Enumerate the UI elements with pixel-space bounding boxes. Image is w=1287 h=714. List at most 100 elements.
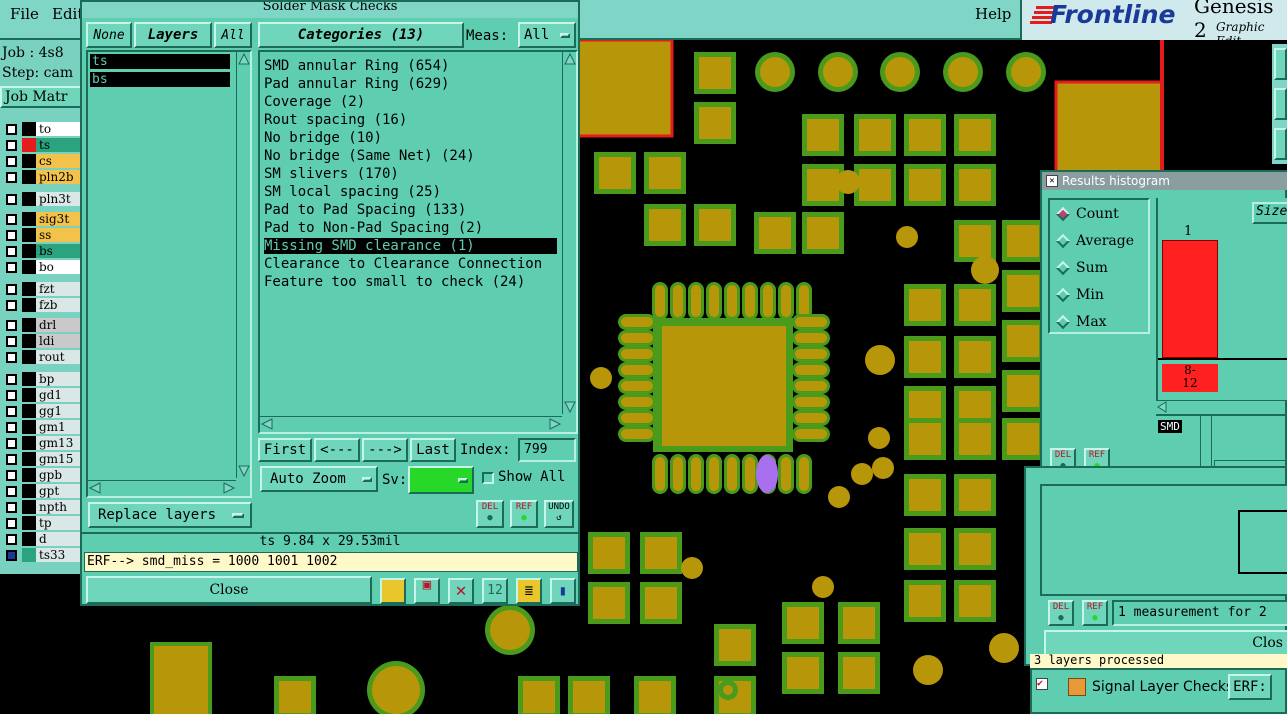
layer-name[interactable]: ldi xyxy=(36,334,84,348)
layer-visibility-checkbox[interactable] xyxy=(6,320,17,331)
all-layers-button[interactable]: All xyxy=(214,22,252,48)
layer-row[interactable]: fzt xyxy=(2,282,84,296)
layer-row[interactable]: to xyxy=(2,122,84,136)
layer-name[interactable]: ts33 xyxy=(36,548,84,562)
layer-color-swatch[interactable] xyxy=(22,372,36,386)
category-item[interactable]: SM slivers (170) xyxy=(264,166,557,182)
menu-file[interactable]: File xyxy=(10,5,39,23)
layer-name[interactable]: d xyxy=(36,532,84,546)
layer-visibility-checkbox[interactable] xyxy=(6,124,17,135)
layer-row[interactable]: rout xyxy=(2,350,84,364)
layer-row[interactable]: ss xyxy=(2,228,84,242)
layer-name[interactable]: bp xyxy=(36,372,84,386)
layer-row[interactable]: bo xyxy=(2,260,84,274)
category-item[interactable]: Missing SMD clearance (1) xyxy=(264,238,557,254)
layer-row[interactable]: bp xyxy=(2,372,84,386)
toolbar-button-2[interactable] xyxy=(1274,88,1287,120)
job-matrix-button[interactable]: Job Matr xyxy=(0,86,84,108)
layer-name[interactable]: drl xyxy=(36,318,84,332)
layer-color-swatch[interactable] xyxy=(22,500,36,514)
layer-color-swatch[interactable] xyxy=(22,192,36,206)
aggregation-option[interactable]: Average xyxy=(1055,233,1134,249)
menu-help[interactable]: Help xyxy=(975,5,1011,23)
layer-color-swatch[interactable] xyxy=(22,516,36,530)
layer-row[interactable]: ts xyxy=(2,138,84,152)
meas-del-button[interactable]: DEL ● xyxy=(1048,600,1074,626)
layer-visibility-checkbox[interactable] xyxy=(6,336,17,347)
layer-row[interactable]: ldi xyxy=(2,334,84,348)
undo-button[interactable]: UNDO ↺ xyxy=(544,500,574,528)
layer-visibility-checkbox[interactable] xyxy=(6,390,17,401)
category-item[interactable]: SM local spacing (25) xyxy=(264,184,557,200)
layer-color-swatch[interactable] xyxy=(22,260,36,274)
layer-name[interactable]: cs xyxy=(36,154,84,168)
layer-selection-list[interactable]: ts bs xyxy=(86,50,252,498)
meas-dropdown[interactable]: All xyxy=(518,22,576,48)
toolbar-button-1[interactable] xyxy=(1274,48,1287,80)
category-item[interactable]: SMD annular Ring (654) xyxy=(264,58,557,74)
layer-row[interactable]: pln3t xyxy=(2,192,84,206)
prev-button[interactable]: <--- xyxy=(314,438,360,462)
category-item[interactable]: No bridge (Same Net) (24) xyxy=(264,148,557,164)
layer-color-swatch[interactable] xyxy=(22,350,36,364)
category-item[interactable]: Clearance to Clearance Connection xyxy=(264,256,557,272)
last-button[interactable]: Last xyxy=(410,438,456,462)
layer-row[interactable]: tp xyxy=(2,516,84,530)
layer-visibility-checkbox[interactable] xyxy=(6,214,17,225)
layer-visibility-checkbox[interactable] xyxy=(6,300,17,311)
category-item[interactable]: Pad annular Ring (629) xyxy=(264,76,557,92)
layer-visibility-checkbox[interactable] xyxy=(6,156,17,167)
layer-visibility-checkbox[interactable] xyxy=(6,486,17,497)
layer-visibility-checkbox[interactable] xyxy=(6,140,17,151)
layer-row[interactable]: cs xyxy=(2,154,84,168)
layer-row[interactable]: drl xyxy=(2,318,84,332)
layer-visibility-checkbox[interactable] xyxy=(6,230,17,241)
layer-color-swatch[interactable] xyxy=(22,436,36,450)
signal-check-icon[interactable]: ✔ xyxy=(1036,678,1048,690)
layer-color-swatch[interactable] xyxy=(22,388,36,402)
layer-name[interactable]: tp xyxy=(36,516,84,530)
layer-name[interactable]: sig3t xyxy=(36,212,84,226)
layer-list-vscrollbar[interactable] xyxy=(236,52,250,478)
layer-name[interactable]: pln2b xyxy=(36,170,84,184)
category-item[interactable]: Pad to Pad Spacing (133) xyxy=(264,202,557,218)
layer-color-swatch[interactable] xyxy=(22,452,36,466)
layer-name[interactable]: ts xyxy=(36,138,84,152)
layer-row[interactable]: ts33 xyxy=(2,548,84,562)
layer-visibility-checkbox[interactable] xyxy=(6,438,17,449)
layer-color-swatch[interactable] xyxy=(22,420,36,434)
layer-name[interactable]: rout xyxy=(36,350,84,364)
layer-name[interactable]: gd1 xyxy=(36,388,84,402)
category-item[interactable]: Rout spacing (16) xyxy=(264,112,557,128)
layer-color-swatch[interactable] xyxy=(22,138,36,152)
layer-visibility-checkbox[interactable] xyxy=(6,518,17,529)
layer-visibility-checkbox[interactable] xyxy=(6,550,17,561)
step-icon[interactable]: 12 xyxy=(482,578,508,604)
auto-zoom-dropdown[interactable]: Auto Zoom xyxy=(260,466,378,492)
aggregation-option[interactable]: Max xyxy=(1055,314,1107,330)
layer-color-swatch[interactable] xyxy=(22,468,36,482)
ref-button[interactable]: REF ● xyxy=(510,500,538,528)
layer-visibility-checkbox[interactable] xyxy=(6,422,17,433)
aggregation-option[interactable]: Count xyxy=(1055,206,1119,222)
layer-name[interactable]: gpb xyxy=(36,468,84,482)
layer-name[interactable]: bo xyxy=(36,260,84,274)
layer-visibility-checkbox[interactable] xyxy=(6,284,17,295)
categories-list[interactable]: SMD annular Ring (654) Pad annular Ring (… xyxy=(258,50,578,434)
layer-row[interactable]: pln2b xyxy=(2,170,84,184)
categories-vscrollbar[interactable] xyxy=(562,52,576,414)
replace-layers-dropdown[interactable]: Replace layers xyxy=(88,502,252,528)
layer-color-swatch[interactable] xyxy=(22,244,36,258)
layer-name[interactable]: gpt xyxy=(36,484,84,498)
layer-row[interactable]: gm15 xyxy=(2,452,84,466)
layer-visibility-checkbox[interactable] xyxy=(6,534,17,545)
none-button[interactable]: None xyxy=(86,22,132,48)
notes-icon[interactable]: ≣ xyxy=(516,578,542,604)
layer-visibility-checkbox[interactable] xyxy=(6,172,17,183)
layer-visibility-checkbox[interactable] xyxy=(6,194,17,205)
meas-ref-button[interactable]: REF ● xyxy=(1082,600,1108,626)
histogram-icon[interactable]: ▮ xyxy=(550,578,576,604)
layer-visibility-checkbox[interactable] xyxy=(6,470,17,481)
layer-name[interactable]: fzt xyxy=(36,282,84,296)
layer-name[interactable]: bs xyxy=(36,244,84,258)
